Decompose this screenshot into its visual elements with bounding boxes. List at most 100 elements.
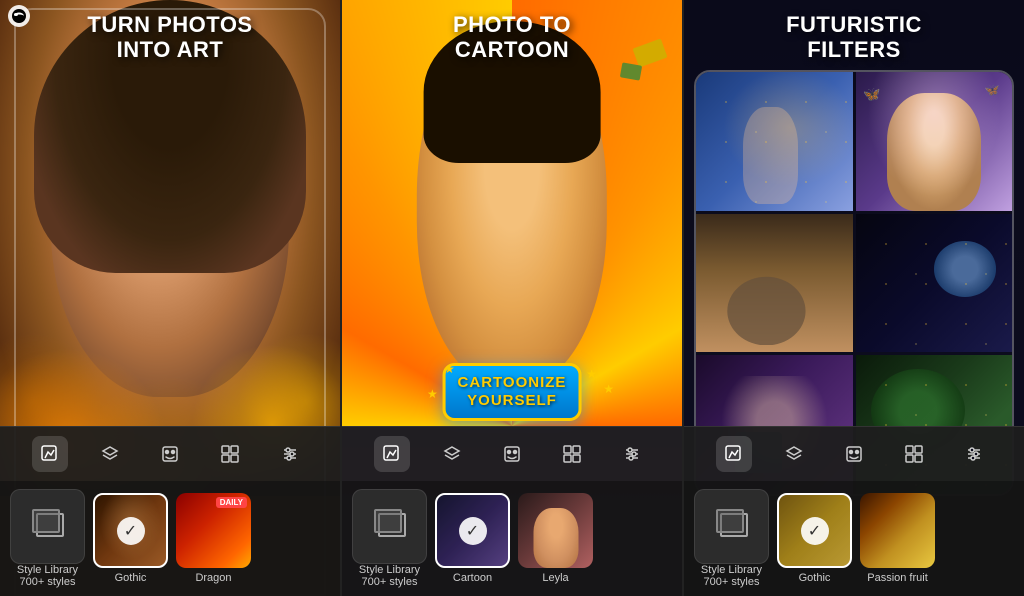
panel-futuristic: 🦋 🦋 [684,0,1024,596]
oculus-logo [8,5,30,27]
butterfly-2: 🦋 [985,83,1000,97]
style-library-thumbnail-2 [352,489,427,564]
gothic-checkmark: ✓ [117,517,145,545]
grid-photo-3 [696,214,853,353]
style-library-thumbnail [10,489,85,564]
leyla-label: Leyla [542,572,568,584]
daily-badge: DAILY [216,497,247,508]
butterfly-1: 🦋 [863,86,880,103]
collage-icon-btn-3[interactable] [896,436,932,472]
style-library-icon [32,509,64,541]
cartoonize-line1: CARTOONIZE [458,374,567,392]
panel2-leyla[interactable]: Leyla [518,493,593,584]
panel2-title-line1: PHOTO TO [342,12,682,37]
style-library-label: Style Library [17,564,78,576]
oculus-icon [12,9,26,23]
panel-art: TURN PHOTOS INTO ART [0,0,342,596]
photo2-person [887,93,981,211]
face-icon-btn-3[interactable] [836,436,872,472]
panel-cartoon: CARTOONIZE YOURSELF ★ ★ ★ ★ PHOTO TO CAR… [342,0,684,596]
style-library-sublabel-2: 700+ styles [362,576,418,588]
panel1-title-line1: TURN PHOTOS [0,12,340,37]
style-library-label-3: Style Library [701,564,762,576]
style-library-label-2: Style Library [359,564,420,576]
panel1-title-line2: INTO ART [0,37,340,62]
star-2: ★ [586,367,597,381]
panel2-toolbar [342,426,682,481]
edit-icon-btn[interactable] [32,436,68,472]
panel3-style-thumbs: Style Library 700+ styles ✓ Gothic [684,481,1024,596]
cartoon-label: Cartoon [453,572,492,584]
cartoonize-line2: YOURSELF [458,392,567,410]
grid-photo-4 [856,214,1013,353]
panel3-title-line1: FUTURISTIC [684,12,1024,37]
layers-icon-btn-3[interactable] [776,436,812,472]
gothic-label-3: Gothic [799,572,831,584]
collage-icon-btn-2[interactable] [554,436,590,472]
panel1-style-library[interactable]: Style Library 700+ styles [10,489,85,588]
edit-icon-btn-2[interactable] [374,436,410,472]
panel1-gothic[interactable]: ✓ Gothic [93,493,168,584]
panel3-gothic[interactable]: ✓ Gothic [777,493,852,584]
photo4-stars [856,214,1013,353]
panel2-title: PHOTO TO CARTOON [342,12,682,63]
star-1: ★ [444,362,455,376]
panel1-title: TURN PHOTOS INTO ART [0,12,340,63]
passion-fruit-thumbnail [860,493,935,568]
dragon-thumbnail: DAILY [176,493,251,568]
leyla-thumbnail [518,493,593,568]
panel1-style-thumbs: Style Library 700+ styles ✓ Gothic DAIL [0,481,340,596]
style-library-icon-2 [374,509,406,541]
collage-icon-btn[interactable] [212,436,248,472]
photo2-bg [856,72,1013,211]
star-4: ★ [603,382,614,396]
layers-icon-btn[interactable] [92,436,128,472]
card-decoration-2 [620,62,642,80]
panel1-toolbar [0,426,340,481]
panels-container: TURN PHOTOS INTO ART [0,0,1024,596]
photo1-bg [696,72,853,211]
style-library-sublabel-3: 700+ styles [704,576,760,588]
dragon-label: Dragon [195,572,231,584]
style-library-sublabel: 700+ styles [20,576,76,588]
style-library-icon-3 [716,509,748,541]
gothic-thumbnail-3: ✓ [777,493,852,568]
photo1-person [743,107,798,204]
adjust-icon-btn-2[interactable] [614,436,650,472]
gothic-selected-overlay-3: ✓ [779,495,850,566]
panel3-toolbar [684,426,1024,481]
panel2-cartoon[interactable]: ✓ Cartoon [435,493,510,584]
panel2-title-line2: CARTOON [342,37,682,62]
panel2-bottom: Style Library 700+ styles ✓ Cartoon [342,426,682,596]
panel1-dragon[interactable]: DAILY Dragon [176,493,251,584]
adjust-icon-btn[interactable] [272,436,308,472]
leyla-face [533,508,578,568]
photo1-stars [696,72,853,211]
passion-fruit-label: Passion fruit [867,572,928,584]
panel3-style-library[interactable]: Style Library 700+ styles [694,489,769,588]
style-library-thumbnail-3 [694,489,769,564]
gothic-selected-overlay: ✓ [95,495,166,566]
adjust-icon-btn-3[interactable] [956,436,992,472]
cartoon-checkmark: ✓ [459,517,487,545]
panel2-style-library[interactable]: Style Library 700+ styles [352,489,427,588]
cartoonize-bubble: CARTOONIZE YOURSELF [443,363,582,421]
gothic-checkmark-3: ✓ [801,517,829,545]
gothic-thumbnail: ✓ [93,493,168,568]
layers-icon-btn-2[interactable] [434,436,470,472]
star-3: ★ [427,387,438,401]
gothic-label: Gothic [115,572,147,584]
face-icon-btn-2[interactable] [494,436,530,472]
panel3-bottom: Style Library 700+ styles ✓ Gothic [684,426,1024,596]
grid-photo-1 [696,72,853,211]
panel2-style-thumbs: Style Library 700+ styles ✓ Cartoon [342,481,682,596]
panel1-bottom: Style Library 700+ styles ✓ Gothic DAIL [0,426,340,596]
grid-photo-2: 🦋 🦋 [856,72,1013,211]
cartoon-thumbnail: ✓ [435,493,510,568]
panel3-passion-fruit[interactable]: Passion fruit [860,493,935,584]
face-icon-btn[interactable] [152,436,188,472]
edit-icon-btn-3[interactable] [716,436,752,472]
panel3-title-line2: FILTERS [684,37,1024,62]
panel3-title: FUTURISTIC FILTERS [684,12,1024,63]
cartoon-selected-overlay: ✓ [437,495,508,566]
